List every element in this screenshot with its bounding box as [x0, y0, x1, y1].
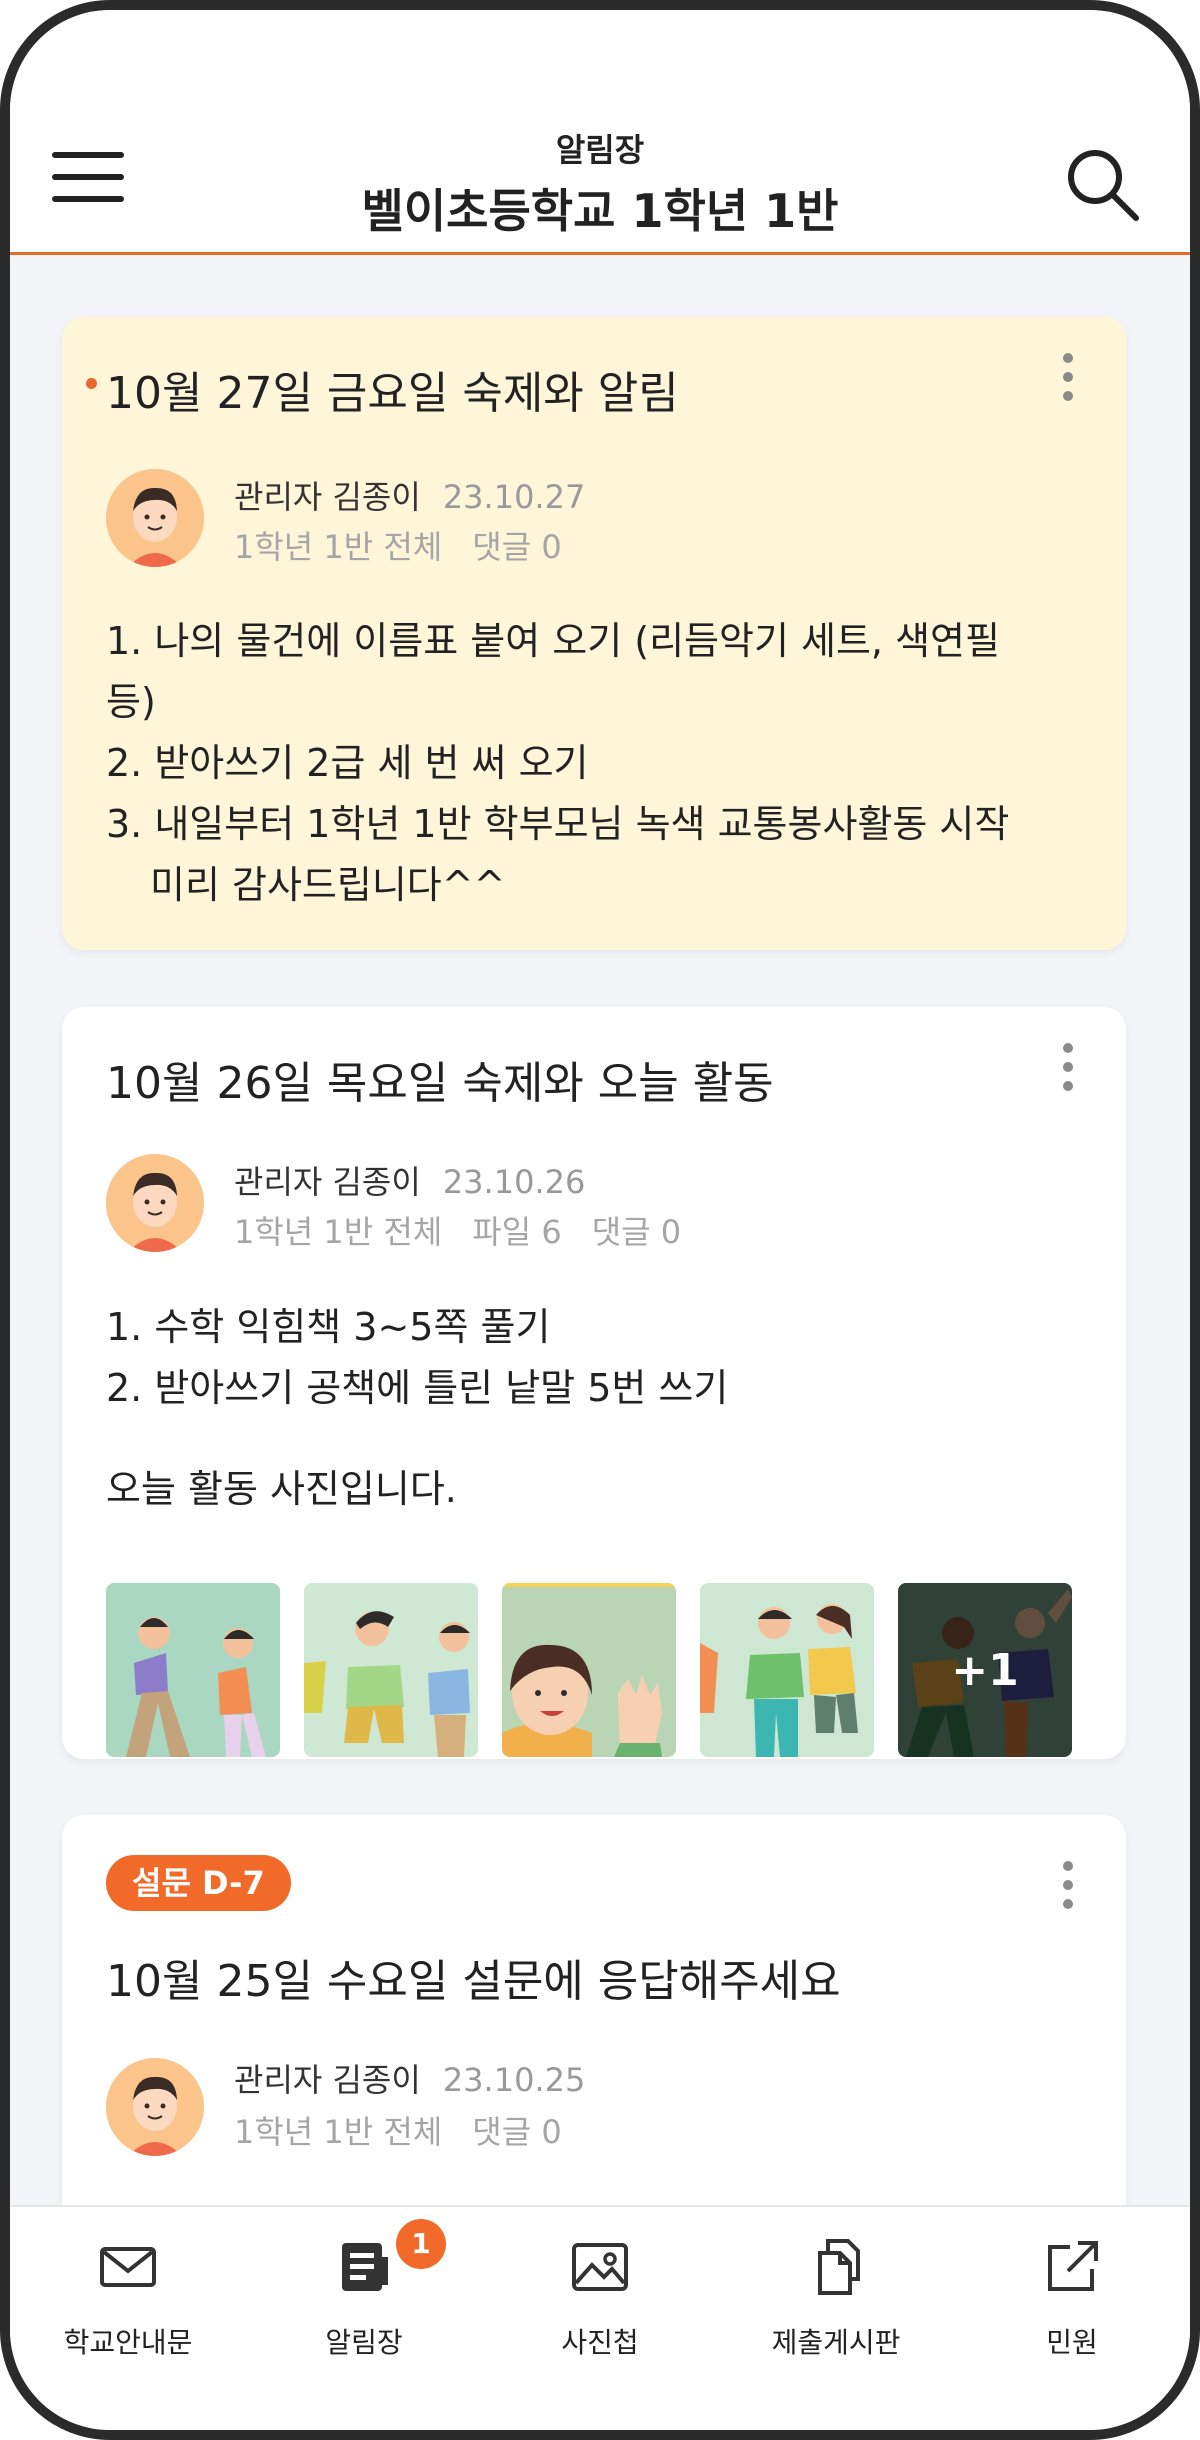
tab-complaints[interactable]: 민원: [954, 2207, 1190, 2359]
post-title[interactable]: 10월 26일 목요일 숙제와 오늘 활동: [106, 1047, 774, 1111]
comment-count: 댓글 0: [591, 1213, 682, 1251]
post-body-note: 오늘 활동 사진입니다.: [106, 1467, 457, 1511]
post-body-line: 등): [106, 680, 156, 724]
post-audience: 1학년 1반 전체: [234, 2113, 443, 2151]
notebook-icon: [342, 2243, 388, 2291]
post-author-line: 관리자 김종이 23.10.26: [234, 1157, 585, 1203]
post-date: 23.10.25: [442, 2061, 586, 2099]
comment-count: 댓글 0: [472, 528, 562, 566]
dot-icon: [1063, 391, 1073, 401]
post-body-line: 미리 감사드립니다^^: [150, 863, 506, 907]
file-count: 파일 6: [472, 1213, 562, 1251]
more-photos-count: +1: [898, 1583, 1072, 1757]
more-options-button[interactable]: [1062, 1043, 1074, 1093]
tab-label: 제출게시판: [771, 2326, 901, 2359]
post-list[interactable]: 10월 27일 금요일 숙제와 알림 관리자 김종이 23.10.27 1학년 …: [10, 255, 1190, 2205]
post-author: 관리자 김종이: [234, 1163, 421, 1201]
post-author-line: 관리자 김종이 23.10.27: [234, 472, 585, 518]
post-meta: 1학년 1반 전체 댓글 0: [234, 522, 592, 568]
dot-icon: [1063, 1081, 1073, 1091]
post-body-line: 3. 내일부터 1학년 1반 학부모님 녹색 교통봉사활동 시작: [106, 802, 1010, 846]
post-meta: 1학년 1반 전체 파일 6 댓글 0: [234, 1207, 711, 1253]
photo-thumbnail[interactable]: [502, 1583, 676, 1757]
dancing-kids-photo: [304, 1583, 478, 1757]
post-title[interactable]: 10월 25일 수요일 설문에 응답해주세요: [106, 1945, 841, 2009]
documents-icon: [818, 2239, 860, 2295]
tab-label: 알림장: [325, 2326, 403, 2359]
avatar: [106, 1154, 204, 1252]
comment-count: 댓글 0: [472, 2113, 562, 2151]
image-icon: [572, 2243, 628, 2291]
dot-icon: [1063, 1062, 1073, 1072]
avatar: [106, 2058, 204, 2156]
post-card[interactable]: 설문 D-7 10월 25일 수요일 설문에 응답해주세요 관리자 김종이 23.…: [62, 1815, 1126, 2205]
tab-submission-board[interactable]: 제출게시판: [718, 2207, 954, 2359]
search-button[interactable]: [1062, 144, 1142, 224]
dot-icon: [1063, 1861, 1073, 1871]
post-author: 관리자 김종이: [234, 2061, 421, 2099]
more-options-button[interactable]: [1062, 1861, 1074, 1911]
avatar-illustration: [106, 1154, 204, 1252]
photo-thumbnail-more[interactable]: +1: [898, 1583, 1072, 1757]
post-body-line: 2. 받아쓰기 2급 세 번 써 오기: [106, 741, 589, 785]
dancing-kids-photo: [700, 1583, 874, 1757]
photo-thumbnail[interactable]: [106, 1583, 280, 1757]
photo-thumbnail[interactable]: [304, 1583, 478, 1757]
waving-girl-photo: [502, 1583, 676, 1757]
post-date: 23.10.27: [442, 478, 586, 516]
header-subtitle: 알림장: [555, 131, 645, 169]
tab-label: 민원: [1046, 2326, 1098, 2359]
more-options-button[interactable]: [1062, 353, 1074, 403]
post-date: 23.10.26: [442, 1163, 586, 1201]
notification-badge: 1: [396, 2219, 446, 2269]
post-body-line: 1. 나의 물건에 이름표 붙여 오기 (리듬악기 세트, 색연필: [106, 619, 1000, 663]
dot-icon: [1063, 372, 1073, 382]
page-title: 벨이초등학교 1학년 1반: [361, 184, 839, 238]
tab-label: 학교안내문: [63, 2326, 193, 2359]
post-body: 1. 수학 익힘책 3~5쪽 풀기 2. 받아쓰기 공책에 틀린 낱말 5번 쓰…: [106, 1297, 1096, 1520]
avatar: [106, 469, 204, 567]
post-card[interactable]: 10월 27일 금요일 숙제와 알림 관리자 김종이 23.10.27 1학년 …: [62, 317, 1126, 950]
survey-badge: 설문 D-7: [106, 1855, 291, 1911]
bottom-tab-bar: 학교안내문 1 알림장 사진첩 제출게시판 민원: [10, 2205, 1190, 2430]
app-header: 알림장 벨이초등학교 1학년 1반: [10, 10, 1190, 255]
photo-thumbnail[interactable]: [700, 1583, 874, 1757]
mail-icon: [100, 2247, 156, 2287]
avatar-illustration: [106, 469, 204, 567]
dot-icon: [1063, 1043, 1073, 1053]
post-meta: 1학년 1반 전체 댓글 0: [234, 2107, 592, 2153]
phone-frame: 알림장 벨이초등학교 1학년 1반 10월 27일 금요일 숙제와 알림 관리자…: [0, 0, 1200, 2440]
dot-icon: [1063, 1880, 1073, 1890]
tab-notice-board[interactable]: 1 알림장: [246, 2207, 482, 2359]
dot-icon: [1063, 1899, 1073, 1909]
tab-photo-album[interactable]: 사진첩: [482, 2207, 718, 2359]
unread-dot: [86, 378, 97, 389]
post-title[interactable]: 10월 27일 금요일 숙제와 알림: [106, 357, 679, 421]
tab-school-notices[interactable]: 학교안내문: [10, 2207, 246, 2359]
post-author: 관리자 김종이: [234, 478, 421, 516]
post-body-line: 2. 받아쓰기 공책에 틀린 낱말 5번 쓰기: [106, 1366, 729, 1410]
tab-label: 사진첩: [561, 2326, 639, 2359]
post-card[interactable]: 10월 26일 목요일 숙제와 오늘 활동 관리자 김종이 23.10.26 1…: [62, 1007, 1126, 1759]
external-link-icon: [1048, 2241, 1098, 2291]
post-author-line: 관리자 김종이 23.10.25: [234, 2055, 585, 2101]
post-audience: 1학년 1반 전체: [234, 528, 443, 566]
post-body: 1. 나의 물건에 이름표 붙여 오기 (리듬악기 세트, 색연필 등) 2. …: [106, 611, 1096, 916]
search-icon: [1068, 150, 1139, 221]
post-audience: 1학년 1반 전체: [234, 1213, 443, 1251]
dot-icon: [1063, 353, 1073, 363]
avatar-illustration: [106, 2058, 204, 2156]
post-body-line: 1. 수학 익힘책 3~5쪽 풀기: [106, 1305, 551, 1349]
dancing-kids-photo: [106, 1583, 280, 1757]
